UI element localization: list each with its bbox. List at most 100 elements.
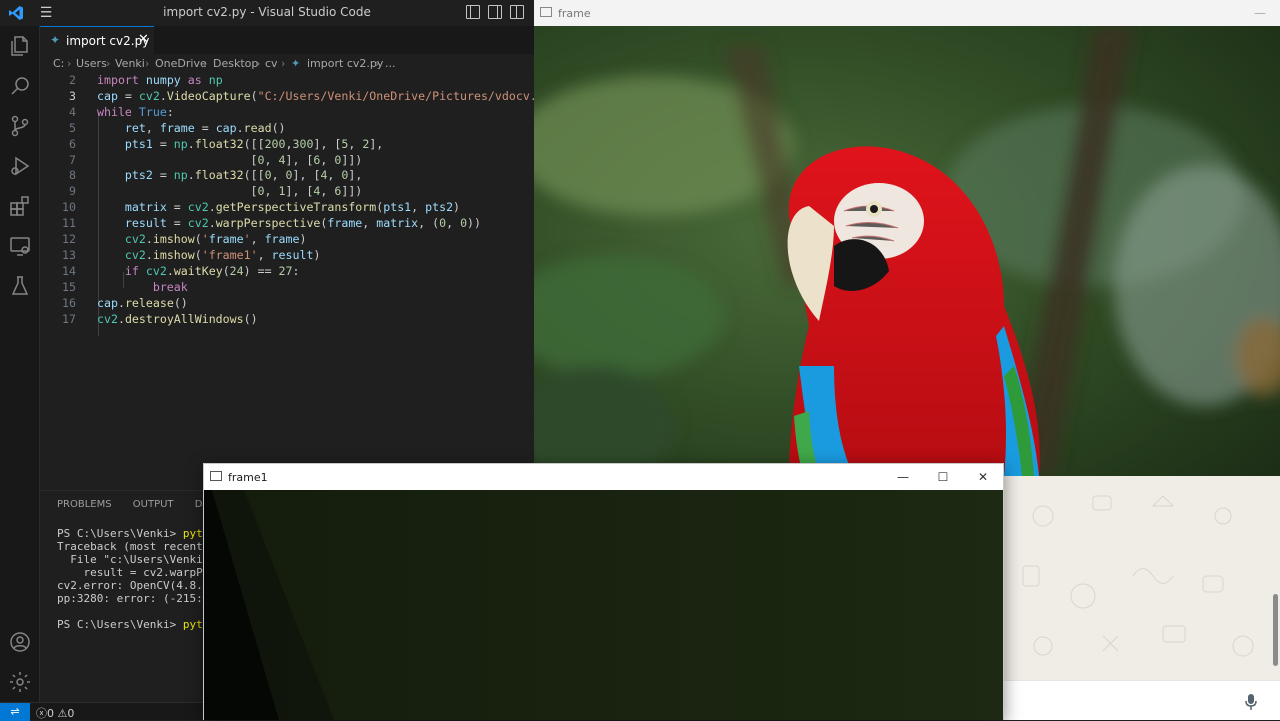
window-app-icon <box>540 7 552 17</box>
line-number: 17 <box>62 311 76 326</box>
remote-indicator-icon[interactable]: ⇌ <box>0 703 30 721</box>
window-controls: — <box>1240 0 1280 26</box>
frame-window: frame — <box>534 0 1280 476</box>
minimize-icon[interactable]: — <box>1240 0 1280 26</box>
code-line: 5 ret, frame = cap.read() <box>40 120 534 136</box>
code-line: 14 if cv2.waitKey(24) == 27: <box>40 263 534 279</box>
maximize-icon[interactable]: ☐ <box>923 464 963 490</box>
close-icon[interactable]: ✕ <box>963 464 1003 490</box>
code-text: pts2 = np.float32([[0, 0], [4, 0], <box>124 168 363 183</box>
code-line: 2 import numpy as np <box>40 72 534 88</box>
chevron-right-icon: › <box>106 57 111 70</box>
line-number: 14 <box>62 263 76 278</box>
code-text: pts1 = np.float32([[200,300], [5, 2], <box>124 136 384 151</box>
editor-tabs: ✦ import cv2.py ✕ <box>40 26 534 54</box>
source-control-icon[interactable] <box>8 114 32 138</box>
breadcrumb-item[interactable]: Desktop <box>213 57 258 70</box>
extensions-icon[interactable] <box>8 194 32 218</box>
line-number: 13 <box>62 247 76 262</box>
terminal-output[interactable]: PS C:\Users\Venki> pythonTraceback (most… <box>57 527 223 631</box>
breadcrumb-item[interactable]: OneDrive <box>155 57 207 70</box>
warning-count: 0 <box>67 707 75 720</box>
breadcrumb-item[interactable]: Venki <box>115 57 145 70</box>
terminal-text: PS C:\Users\Venki> <box>57 527 183 540</box>
line-number: 7 <box>69 152 76 167</box>
error-icon: ⓧ <box>36 707 47 720</box>
code-text: cap.release() <box>97 295 188 310</box>
code-text: cap = cv2.VideoCapture("C:/Users/Venki/O… <box>97 88 572 103</box>
terminal-line: Traceback (most recent ca <box>57 540 223 553</box>
line-number: 9 <box>69 184 76 199</box>
python-file-icon: ✦ <box>291 57 301 70</box>
code-text: result = cv2.warpPerspective(frame, matr… <box>124 216 482 231</box>
code-line: 10 matrix = cv2.getPerspectiveTransform(… <box>40 199 534 215</box>
code-editor[interactable]: 2 import numpy as np 3 cap = cv2.VideoCaptu… <box>40 72 572 490</box>
code-line: 7 [0, 4], [6, 0]]) <box>40 152 534 168</box>
scrollbar-thumb[interactable] <box>1273 594 1278 666</box>
window-app-icon <box>210 471 222 481</box>
code-line: 8 pts2 = np.float32([[0, 0], [4, 0], <box>40 167 534 183</box>
terminal-text: PS C:\Users\Venki> <box>57 618 183 631</box>
line-number: 16 <box>62 295 76 310</box>
code-text: import numpy as np <box>97 73 223 87</box>
minimize-icon[interactable]: — <box>883 464 923 490</box>
terminal-line: pp:3280: error: (-215:Ass <box>57 592 223 605</box>
explorer-icon[interactable] <box>8 34 32 58</box>
breadcrumb: C: › Users › Venki › OneDrive › Desktop … <box>40 54 534 72</box>
mic-icon[interactable] <box>1244 693 1258 711</box>
chat-input-bar[interactable] <box>1003 680 1280 720</box>
frame1-window-title: frame1 <box>228 471 268 484</box>
python-file-icon: ✦ <box>50 33 61 47</box>
code-text: cv2.imshow('frame', frame) <box>124 232 307 246</box>
settings-icon[interactable] <box>8 670 32 694</box>
breadcrumb-item[interactable]: import cv2.py <box>307 57 383 70</box>
code-line: 13 cv2.imshow('frame1', result) <box>40 247 534 263</box>
frame-window-title: frame <box>558 7 591 20</box>
tab-output[interactable]: OUTPUT <box>133 499 174 510</box>
breadcrumb-item[interactable]: C: <box>53 57 64 70</box>
customize-layout-icon[interactable] <box>510 5 524 19</box>
code-text: break <box>152 279 188 294</box>
line-number: 2 <box>69 73 76 87</box>
frame1-window: frame1 — ☐ ✕ <box>203 463 1004 720</box>
chevron-right-icon: › <box>67 57 72 70</box>
line-number: 11 <box>62 216 76 231</box>
line-number: 4 <box>69 104 76 119</box>
code-text: cv2.imshow('frame1', result) <box>124 247 321 262</box>
terminal-line: result = cv2.warpPers <box>57 566 223 579</box>
remote-explorer-icon[interactable] <box>8 234 32 258</box>
tab-label: import cv2.py <box>66 34 150 48</box>
chevron-right-icon: › <box>256 57 261 70</box>
account-icon[interactable] <box>8 630 32 654</box>
testing-icon[interactable] <box>8 274 32 298</box>
window-title: import cv2.py - Visual Studio Code <box>163 5 371 19</box>
activity-bar <box>0 26 40 702</box>
toggle-primary-sidebar-icon[interactable] <box>466 5 480 19</box>
line-number: 12 <box>62 232 76 246</box>
breadcrumb-item[interactable]: cv <box>265 57 278 70</box>
warning-icon: ⚠ <box>57 707 68 720</box>
code-line: 9 [0, 1], [4, 6]]) <box>40 183 534 199</box>
code-text: ret, frame = cap.read() <box>124 120 286 135</box>
close-icon[interactable]: ✕ <box>138 32 149 47</box>
code-text: matrix = cv2.getPerspectiveTransform(pts… <box>124 200 461 215</box>
toggle-secondary-sidebar-icon[interactable] <box>488 5 502 19</box>
code-text: cv2.destroyAllWindows() <box>97 311 258 326</box>
chevron-right-icon: › <box>203 57 208 70</box>
tab-import-cv2[interactable]: ✦ import cv2.py ✕ <box>40 26 154 54</box>
chevron-right-icon: › <box>145 57 150 70</box>
breadcrumb-item[interactable]: ... <box>385 57 396 70</box>
search-icon[interactable] <box>8 74 32 98</box>
breadcrumb-item[interactable]: Users <box>76 57 107 70</box>
tab-problems[interactable]: PROBLEMS <box>57 499 112 510</box>
warped-frame-image <box>204 490 1003 720</box>
chat-background <box>1003 476 1280 720</box>
code-line: 11 result = cv2.warpPerspective(frame, m… <box>40 215 534 231</box>
terminal-line: PS C:\Users\Venki> python <box>57 527 223 540</box>
terminal-text: File "c:\Users\Venki\On <box>57 553 223 566</box>
frame1-title-bar[interactable]: frame1 — ☐ ✕ <box>204 464 1003 490</box>
run-debug-icon[interactable] <box>8 154 32 178</box>
problems-status[interactable]: ⓧ0 ⚠0 <box>36 705 74 721</box>
frame-title-bar[interactable]: frame — <box>534 0 1280 26</box>
